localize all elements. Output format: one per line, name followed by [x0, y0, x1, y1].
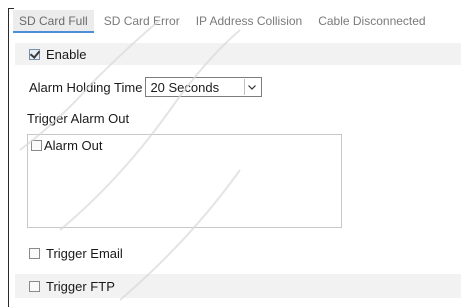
trigger-alarm-out-label: Trigger Alarm Out [27, 110, 130, 126]
alarm-out-list: Alarm Out [27, 134, 342, 228]
frame-top-tick [8, 8, 14, 9]
tab-sd-card-full[interactable]: SD Card Full [13, 10, 94, 33]
alarm-out-item: Alarm Out [31, 138, 103, 153]
chevron-down-icon[interactable] [244, 79, 259, 95]
tab-bar: SD Card Full SD Card Error IP Address Co… [13, 10, 432, 33]
holding-time-row: Alarm Holding Time 20 Seconds [15, 75, 461, 99]
trigger-alarm-out-row: Trigger Alarm Out [15, 108, 461, 128]
trigger-email-checkbox[interactable] [29, 247, 40, 259]
tab-cable-disconnected[interactable]: Cable Disconnected [312, 10, 431, 33]
enable-label: Enable [46, 46, 87, 62]
holding-time-label: Alarm Holding Time [29, 79, 143, 95]
trigger-ftp-checkbox[interactable] [29, 280, 40, 292]
trigger-email-label: Trigger Email [46, 245, 123, 261]
frame-left-border [8, 8, 9, 307]
holding-time-value: 20 Seconds [150, 79, 220, 95]
trigger-ftp-label: Trigger FTP [46, 278, 115, 294]
tab-ip-address-collision[interactable]: IP Address Collision [190, 10, 309, 33]
trigger-email-row: Trigger Email [15, 242, 461, 264]
trigger-ftp-row: Trigger FTP [15, 274, 461, 298]
alarm-out-label: Alarm Out [44, 138, 103, 153]
enable-row: Enable [15, 43, 461, 65]
tab-sd-card-error[interactable]: SD Card Error [98, 10, 186, 33]
alarm-out-checkbox[interactable] [31, 140, 42, 151]
holding-time-select[interactable]: 20 Seconds [145, 77, 263, 97]
enable-checkbox[interactable] [29, 48, 40, 60]
